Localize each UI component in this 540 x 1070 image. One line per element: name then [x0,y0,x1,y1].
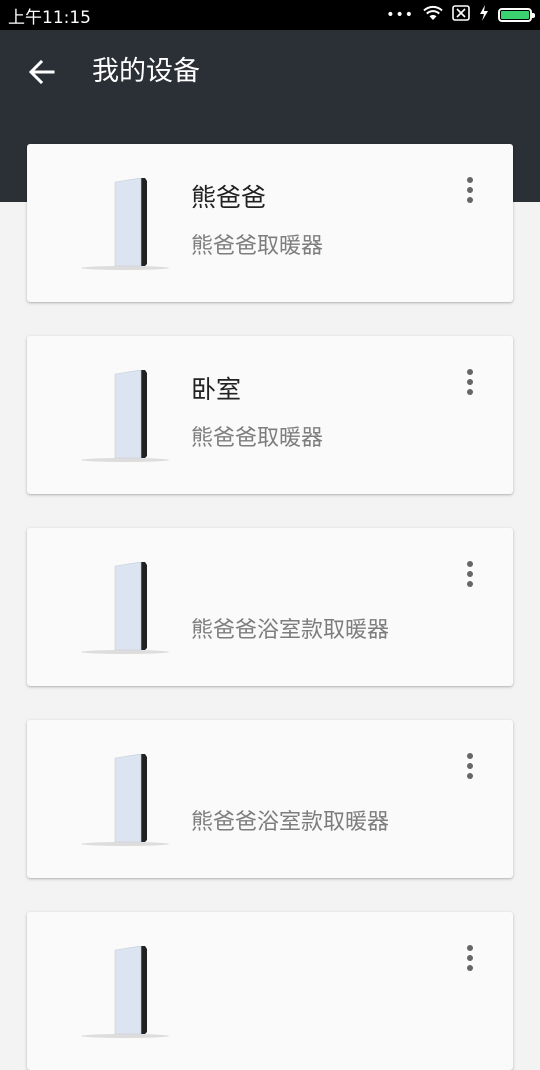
more-options-icon[interactable] [455,556,485,592]
status-bar: 上午11:15 ••• [0,0,540,30]
more-options-icon[interactable] [455,172,485,208]
device-name: 熊爸爸 [191,183,267,212]
back-arrow-icon [29,60,55,84]
device-model: 熊爸爸取暖器 [191,426,324,451]
device-card[interactable]: 熊爸爸浴室款取暖器 [27,528,513,686]
back-button[interactable] [22,52,62,92]
heater-device-icon [81,370,169,462]
more-options-icon[interactable] [455,748,485,784]
sim-icon [452,5,470,25]
heater-device-icon [81,562,169,654]
heater-device-icon [81,946,169,1038]
battery-icon [498,8,535,22]
device-name: 卧室 [191,375,242,404]
heater-device-icon [81,754,169,846]
heater-device-icon [81,178,169,270]
charging-icon [479,5,489,25]
device-card[interactable] [27,912,513,1070]
device-card[interactable]: 熊爸爸 熊爸爸取暖器 [27,144,513,302]
status-icons: ••• [386,5,535,25]
more-options-icon[interactable] [455,940,485,976]
device-card[interactable]: 卧室 熊爸爸取暖器 [27,336,513,494]
status-time: 上午11:15 [8,7,91,28]
battery-level [501,11,529,19]
device-model: 熊爸爸浴室款取暖器 [191,810,390,835]
device-card[interactable]: 熊爸爸浴室款取暖器 [27,720,513,878]
more-options-icon[interactable] [455,364,485,400]
page-title: 我的设备 [92,56,200,87]
dots-icon: ••• [386,7,414,23]
wifi-icon [423,5,443,25]
device-model: 熊爸爸取暖器 [191,234,324,259]
device-model: 熊爸爸浴室款取暖器 [191,618,390,643]
